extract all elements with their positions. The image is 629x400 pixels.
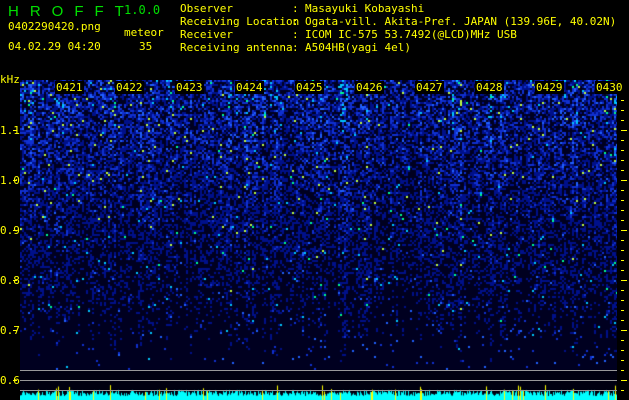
right-tick xyxy=(621,350,624,351)
right-tick xyxy=(621,270,624,271)
time-label: 0428 xyxy=(475,81,504,94)
right-tick xyxy=(621,110,624,111)
info-label: Receiver xyxy=(180,28,233,41)
divider-line xyxy=(20,390,617,391)
right-tick xyxy=(621,200,624,201)
time-label: 0423 xyxy=(175,81,204,94)
right-tick xyxy=(621,330,627,331)
info-colon: : xyxy=(292,2,299,15)
time-label: 0429 xyxy=(535,81,564,94)
right-tick xyxy=(621,370,624,371)
file-datetime: 04.02.29 04:20 xyxy=(8,40,101,53)
info-label: Receiving antenna xyxy=(180,41,293,54)
right-tick xyxy=(621,260,624,261)
freq-tick xyxy=(13,230,17,231)
info-colon: : xyxy=(292,15,299,28)
right-tick xyxy=(621,230,627,231)
right-tick xyxy=(621,290,624,291)
meteor-label: meteor xyxy=(124,26,164,39)
right-tick xyxy=(621,280,627,281)
time-label: 0430 xyxy=(595,81,624,94)
info-value: ICOM IC-575 53.7492(@LCD)MHz USB xyxy=(305,28,517,41)
time-label: 0426 xyxy=(355,81,384,94)
time-label: 0421 xyxy=(55,81,84,94)
app-title: HROFFT xyxy=(8,3,135,20)
right-tick xyxy=(621,170,624,171)
info-colon: : xyxy=(292,28,299,41)
right-tick xyxy=(621,240,624,241)
time-label: 0427 xyxy=(415,81,444,94)
freq-tick xyxy=(13,130,17,131)
right-tick xyxy=(621,120,624,121)
divider-line xyxy=(20,380,617,381)
app-version: 1.0.0 xyxy=(124,3,161,17)
freq-tick xyxy=(13,180,17,181)
meteor-count: 35 xyxy=(139,40,153,53)
right-tick xyxy=(621,250,624,251)
right-tick xyxy=(621,190,624,191)
right-tick xyxy=(621,210,624,211)
right-tick xyxy=(621,320,624,321)
right-tick xyxy=(621,130,627,131)
time-label: 0422 xyxy=(115,81,144,94)
right-tick xyxy=(621,220,624,221)
time-label: 0424 xyxy=(235,81,264,94)
right-tick xyxy=(621,360,624,361)
info-label: Receiving Location xyxy=(180,15,300,28)
right-tick xyxy=(621,390,624,391)
info-label: Observer xyxy=(180,2,233,15)
time-label: 0425 xyxy=(295,81,324,94)
axis-unit: kHz xyxy=(0,73,20,86)
right-tick xyxy=(621,160,624,161)
right-tick xyxy=(621,140,624,141)
info-value: Masayuki Kobayashi xyxy=(305,2,425,15)
right-tick xyxy=(621,100,624,101)
freq-tick xyxy=(13,380,17,381)
right-tick xyxy=(621,340,624,341)
info-colon: : xyxy=(292,41,299,54)
right-tick xyxy=(621,150,624,151)
spectrogram xyxy=(20,80,617,400)
right-tick xyxy=(621,380,627,381)
freq-tick xyxy=(13,280,17,281)
divider-line xyxy=(20,370,617,371)
info-value: A504HB(yagi 4el) xyxy=(305,41,411,54)
file-name: 0402290420.png xyxy=(8,20,101,33)
right-tick xyxy=(621,300,624,301)
info-value: Ogata-vill. Akita-Pref. JAPAN (139.96E, … xyxy=(305,15,617,28)
right-tick xyxy=(621,180,627,181)
right-tick xyxy=(621,310,624,311)
freq-tick xyxy=(13,330,17,331)
